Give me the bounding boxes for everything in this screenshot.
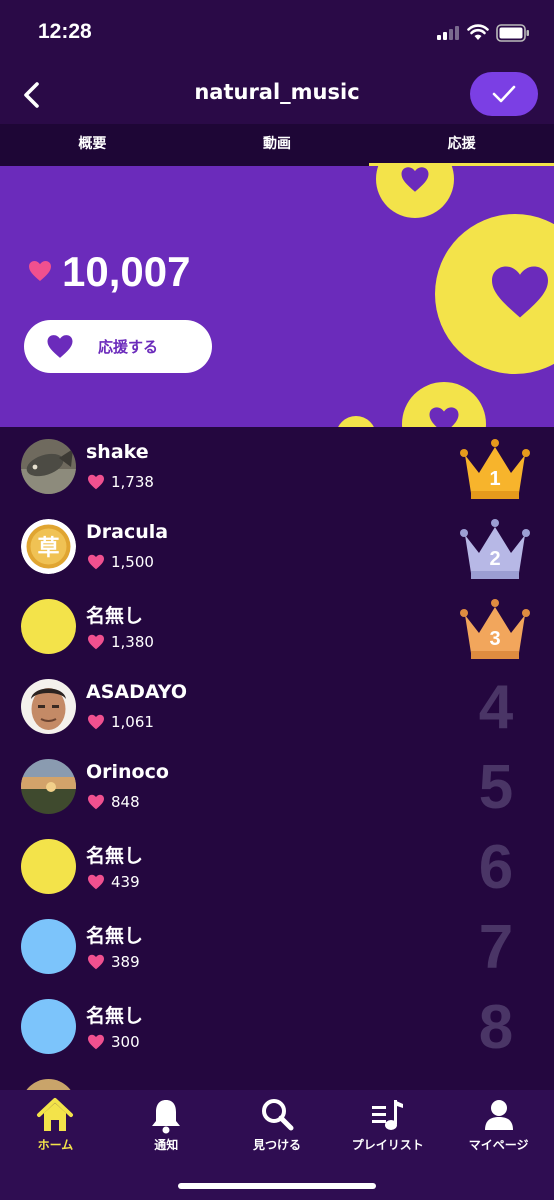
ranking-row[interactable]: 名無し 439 6 — [0, 827, 554, 907]
support-button[interactable]: 応援する — [24, 320, 212, 373]
battery-icon — [496, 24, 529, 42]
rank-number: 1 — [489, 468, 500, 490]
coin-glyph: 草 — [37, 535, 59, 561]
bottom-tab-label: 見つける — [252, 1138, 301, 1152]
ranking-row[interactable]: shake 1,738 1 — [0, 427, 554, 507]
supporter-name: shake — [86, 441, 149, 463]
support-count: 1,500 — [111, 553, 154, 571]
support-count: 439 — [111, 873, 140, 891]
search-icon — [261, 1099, 294, 1131]
rank-number: 3 — [489, 628, 500, 650]
gold-crown-icon: 1 — [460, 439, 530, 499]
bottom-tab-label: プレイリスト — [351, 1138, 424, 1152]
heart-icon — [47, 335, 73, 358]
avatar — [21, 919, 76, 974]
support-count: 1,061 — [111, 713, 154, 731]
support-count: 1,380 — [111, 633, 154, 651]
person-icon — [484, 1100, 513, 1130]
supporter-ranking-list: shake 1,738 1 草 Dracula 1,500 2 名無し 1,38… — [0, 427, 554, 1090]
ranking-row[interactable]: 名無し 300 8 — [0, 987, 554, 1067]
avatar — [21, 439, 76, 494]
bottom-tab-label: 通知 — [154, 1138, 179, 1152]
tab-bar: 概要 動画 応援 — [0, 124, 554, 166]
ranking-row[interactable]: 名無し 1,380 3 — [0, 587, 554, 667]
avatar — [21, 999, 76, 1054]
wifi-icon — [467, 24, 489, 40]
bronze-crown-icon: 3 — [460, 599, 530, 659]
bottom-tab-home[interactable]: ホーム — [0, 1090, 111, 1200]
signal-icon — [437, 26, 459, 40]
supporter-name: 名無し — [86, 605, 144, 627]
supporter-name: 名無し — [86, 925, 144, 947]
support-count: 300 — [111, 1033, 140, 1051]
home-icon — [37, 1098, 74, 1131]
ranking-row[interactable]: ASADAYO 1,061 4 — [0, 667, 554, 747]
rank-number: 6 — [478, 833, 514, 902]
avatar: 草 — [21, 519, 76, 574]
heart-icon — [88, 794, 104, 810]
avatar — [21, 679, 76, 734]
avatar — [21, 839, 76, 894]
heart-icon — [88, 1034, 104, 1050]
nav-bar: natural_music — [0, 66, 554, 124]
rank-number: 5 — [478, 753, 514, 822]
ranking-row[interactable]: 名無し 389 7 — [0, 907, 554, 987]
supporter-name: Dracula — [86, 521, 169, 543]
ranking-row[interactable] — [0, 1067, 554, 1090]
tab-support[interactable]: 応援 — [369, 124, 554, 166]
support-count: 389 — [111, 953, 140, 971]
ranking-row[interactable]: 草 Dracula 1,500 2 — [0, 507, 554, 587]
home-indicator — [178, 1183, 376, 1189]
rank-number: 4 — [478, 673, 514, 742]
support-total: 10,007 — [62, 248, 191, 295]
rank-number: 2 — [489, 548, 500, 570]
decor-circle — [435, 214, 554, 374]
support-button-label: 応援する — [98, 338, 159, 356]
confirm-button[interactable] — [470, 72, 538, 116]
avatar — [21, 1079, 76, 1090]
check-icon — [492, 85, 516, 103]
avatar — [21, 759, 76, 814]
support-count: 1,738 — [111, 473, 154, 491]
supporter-name: ASADAYO — [86, 681, 187, 703]
supporter-name: Orinoco — [86, 761, 169, 783]
ranking-row[interactable]: Orinoco 848 5 — [0, 747, 554, 827]
heart-icon — [29, 261, 51, 281]
bottom-tab-mypage[interactable]: マイページ — [443, 1090, 554, 1200]
playlist-icon — [371, 1100, 403, 1130]
bottom-tab-label: マイページ — [468, 1138, 529, 1152]
heart-icon — [88, 714, 104, 730]
support-count: 848 — [111, 793, 140, 811]
support-hero: 10,007 応援する — [0, 166, 554, 427]
status-time: 12:28 — [38, 20, 92, 43]
heart-icon — [88, 874, 104, 890]
decor-circle — [402, 382, 486, 427]
rank-number: 7 — [478, 913, 514, 982]
supporter-name: 名無し — [86, 845, 144, 867]
tab-videos[interactable]: 動画 — [185, 124, 370, 166]
avatar — [21, 599, 76, 654]
heart-icon — [88, 634, 104, 650]
bell-icon — [152, 1100, 181, 1134]
supporter-name: 名無し — [86, 1005, 144, 1027]
status-bar: 12:28 — [0, 0, 554, 66]
heart-icon — [88, 954, 104, 970]
bottom-tab-label: ホーム — [37, 1138, 74, 1152]
heart-icon — [88, 554, 104, 570]
decor-circle — [376, 166, 454, 218]
tab-overview[interactable]: 概要 — [0, 124, 185, 166]
heart-icon — [88, 474, 104, 490]
silver-crown-icon: 2 — [460, 519, 530, 579]
decor-circle — [336, 416, 376, 427]
rank-number: 8 — [478, 993, 514, 1062]
